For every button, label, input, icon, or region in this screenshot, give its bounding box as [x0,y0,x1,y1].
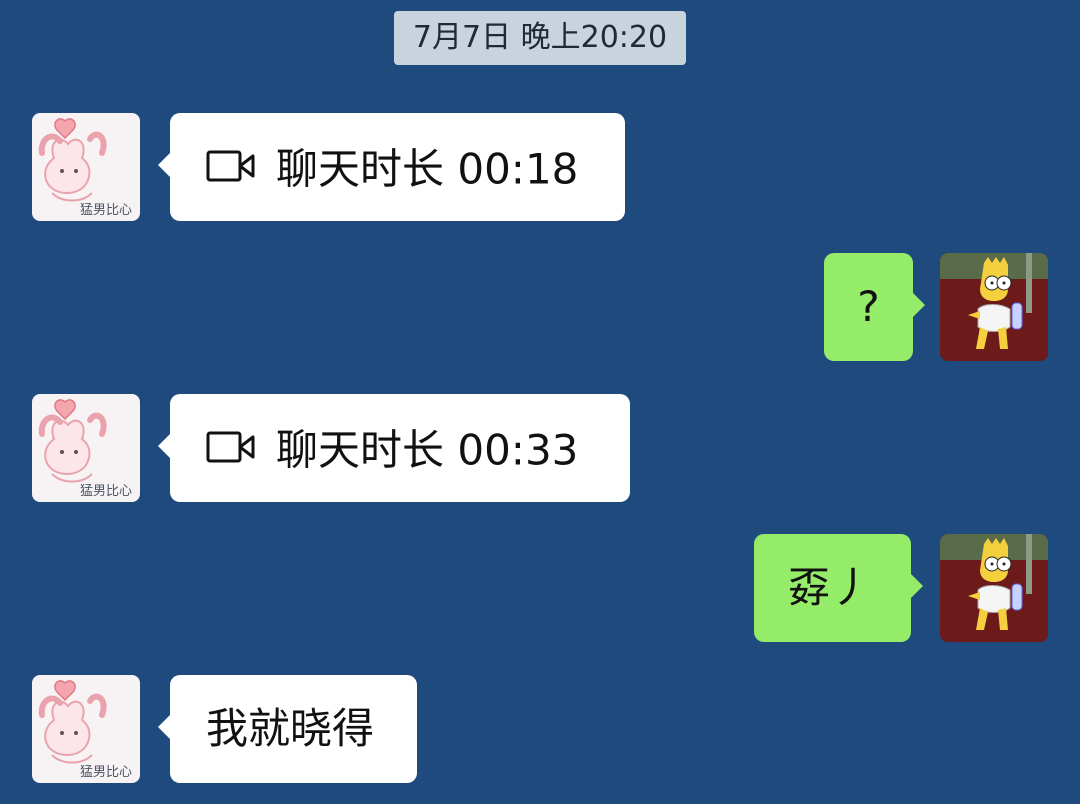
avatar-caption: 猛男比心 [80,203,133,218]
call-record-bubble[interactable]: 聊天时长 00:33 [158,394,630,502]
message-bubble[interactable]: 孬丿 [754,534,923,642]
contact-avatar[interactable]: 猛男比心 [32,675,140,783]
message-bubble[interactable]: 我就晓得 [158,675,417,783]
video-call-icon [206,431,255,462]
self-avatar[interactable] [940,534,1048,642]
message-text: 孬丿 [788,563,873,612]
video-call-icon [206,150,255,181]
call-duration-text: 聊天时长 00:18 [276,144,579,194]
call-record-bubble[interactable]: 聊天时长 00:18 [158,113,625,221]
message-text: ? [857,282,880,331]
message-text: 我就晓得 [206,704,375,753]
cartoon-boy-icon [940,253,1048,361]
self-avatar[interactable] [940,253,1048,361]
contact-avatar[interactable]: 猛男比心 [32,394,140,502]
call-duration-text: 聊天时长 00:33 [276,425,579,475]
avatar-caption: 猛男比心 [80,484,133,499]
message-bubble[interactable]: ? [824,253,925,361]
cartoon-boy-icon [940,534,1048,642]
contact-avatar[interactable]: 猛男比心 [32,113,140,221]
avatar-caption: 猛男比心 [80,765,133,780]
time-separator: 7月7日 晚上20:20 [394,11,686,65]
